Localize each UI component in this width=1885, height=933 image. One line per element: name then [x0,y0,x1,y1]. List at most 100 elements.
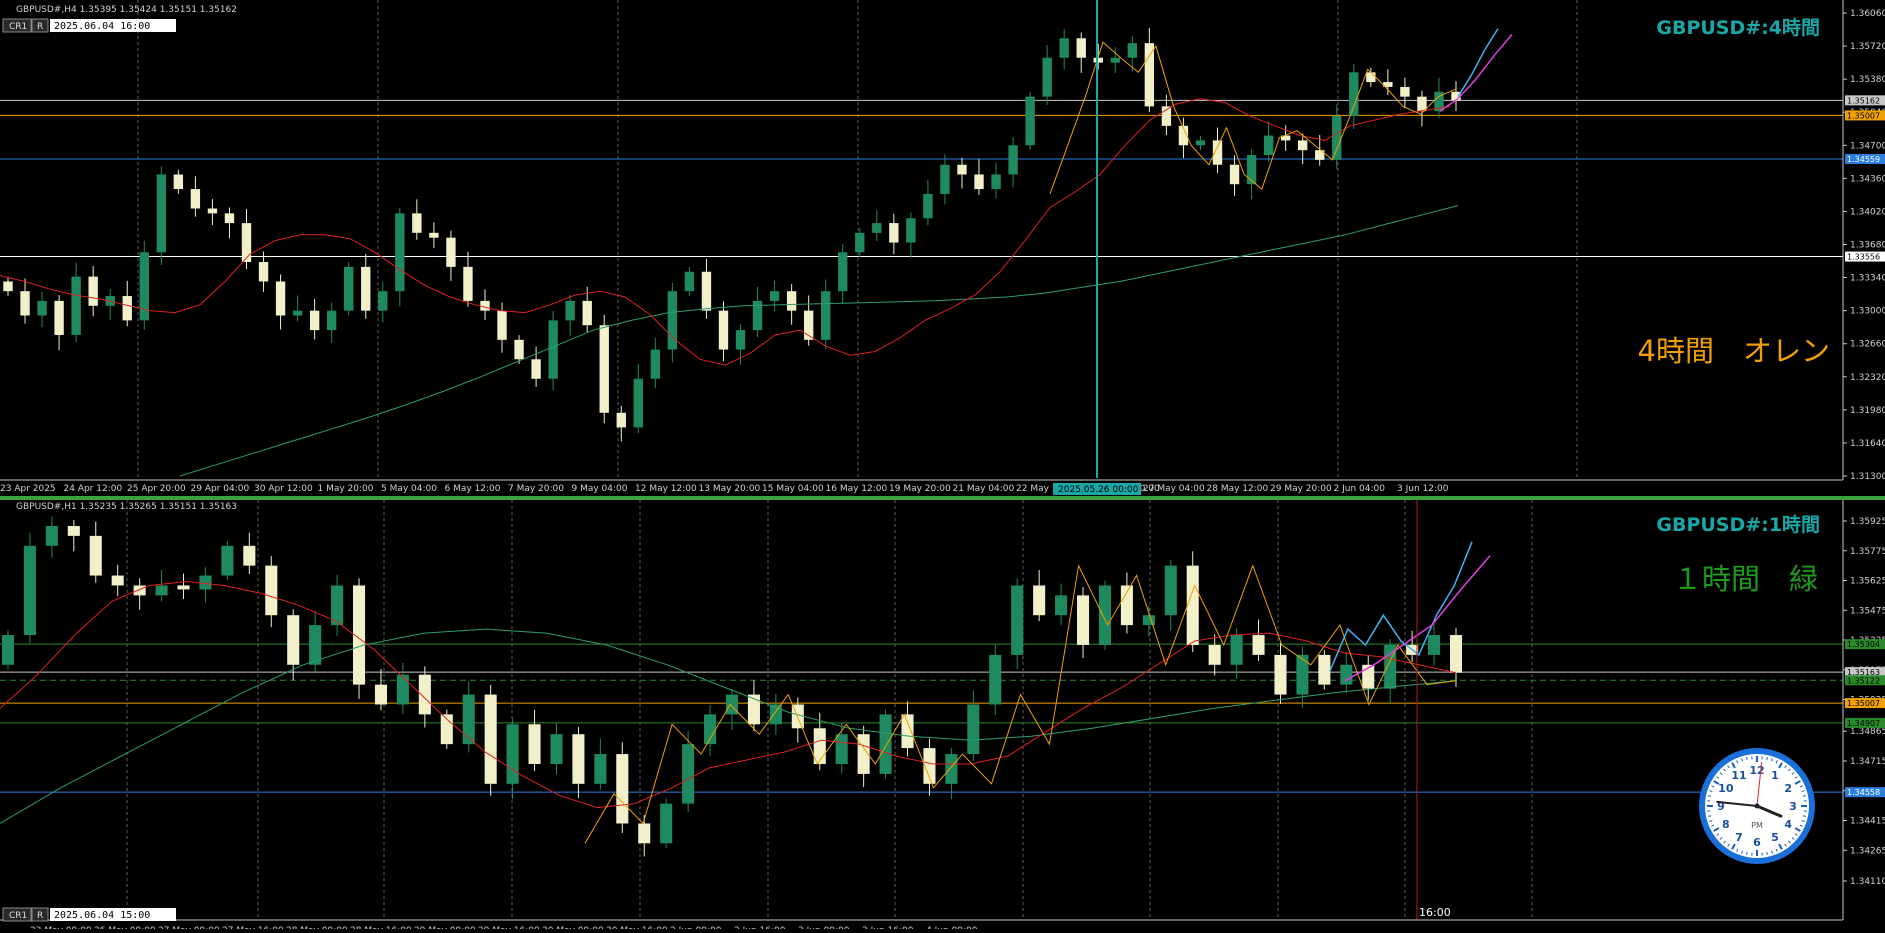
h1-candle-body [1318,655,1330,685]
h1-candle-body [24,546,36,635]
h4-candle-body [88,277,97,306]
h4-price-tick: 1.34020 [1850,207,1885,217]
h4-candle-body [497,311,506,340]
h4-level-label: 1.34559 [1847,155,1880,164]
h4-candle-body [1196,140,1205,145]
h1-candle-body [989,655,1001,705]
h1-candle-body [243,546,255,566]
h4-cr-button[interactable]: CR1 [3,19,31,32]
h4-price-tick: 1.32320 [1850,373,1885,383]
clock-tick [1708,816,1711,817]
h1-ma-short [0,582,1456,808]
clock-tick [1747,757,1748,760]
h4-chart-svg[interactable]: 1.360601.357201.353801.350401.347001.343… [0,0,1885,496]
h4-time-axis: 23 Apr 202524 Apr 12:0025 Apr 20:0029 Ap… [0,484,1449,494]
h4-chart-pane[interactable]: 1.360601.357201.353801.350401.347001.343… [0,0,1885,496]
h4-candle-body [293,311,302,316]
h4-price-tick: 1.31300 [1850,472,1885,482]
clock-center [1755,804,1760,809]
h4-candle-body [310,311,319,330]
h4-candle-body [242,223,251,262]
h1-price-tick: 1.34865 [1850,727,1885,737]
h4-candle-body [1366,72,1375,82]
h1-candle-body [594,754,606,784]
clock-numeral: 7 [1735,831,1743,844]
h4-candle-body [1349,72,1358,116]
h4-candle-body [446,238,455,267]
h4-candle-body [463,267,472,301]
clock-ampm: PM [1751,821,1763,830]
h1-chart-svg[interactable]: 1.359251.357751.356251.354751.353251.351… [0,500,1885,929]
h1-r-button[interactable]: R [32,908,48,921]
h4-candle-body [838,252,847,291]
h4-forecast-blue [1458,29,1498,97]
h4-r-button[interactable]: R [32,19,48,32]
h4-candle-body [225,213,234,223]
h4-candle-body [1077,38,1086,57]
h4-time-label: 23 Apr 2025 [0,484,56,494]
h4-candle-body [583,301,592,325]
h1-candle-body [177,585,189,589]
h4-candle-body [344,267,353,311]
clock-numeral: 2 [1784,782,1792,795]
h1-cr-button[interactable]: CR1 [3,908,31,921]
clock-numeral: 11 [1731,769,1746,782]
h4-candle-body [634,379,643,428]
h1-candle-body [1450,635,1462,673]
h1-chart-pane[interactable]: 1.359251.357751.356251.354751.353251.351… [0,500,1885,929]
h1-candle-body [660,804,672,844]
h4-candle-body [429,233,438,238]
h4-forecast-magenta [1440,34,1512,111]
h1-cr-label: CR1 [9,911,27,921]
h4-time-label: 25 Apr 20:00 [127,484,186,494]
clock-numeral: 5 [1771,831,1779,844]
clock-tick [1708,796,1711,797]
h4-candle-body [855,233,864,252]
clock-tick [1767,852,1768,855]
h4-candle-body [685,272,694,291]
clock-numeral: 8 [1722,818,1730,831]
h1-candle-body [1428,635,1440,655]
h4-candle-body [617,413,626,428]
h1-candle-body [1340,665,1352,685]
clock-tick [1747,852,1748,855]
h4-time-label: 7 May 20:00 [508,484,564,494]
h4-candle-body [770,291,779,301]
h1-note: １時間 緑 [1673,562,1818,596]
h4-r-label: R [37,22,43,32]
clock-numeral: 12 [1749,764,1764,777]
h4-price-axis: 1.360601.357201.353801.350401.347001.343… [0,0,1885,482]
clock-tick [1803,816,1806,817]
h4-candle-body [157,174,166,252]
h4-candle-body [1042,58,1051,97]
h1-level-label: 1.35007 [1847,699,1880,708]
h1-candle-body [1253,635,1265,655]
h4-time-label: 19 May 20:00 [889,484,951,494]
h1-candle-body [1143,615,1155,625]
h4-candle-body [957,165,966,175]
h4-level-label: 1.33556 [1847,253,1880,262]
h4-candles [3,28,1460,441]
h1-price-tick: 1.34415 [1850,817,1885,827]
h4-candle-body [412,213,421,232]
h4-title: GBPUSD#:4時間 [1656,17,1820,39]
h4-price-tick: 1.34360 [1850,174,1885,184]
h1-r-label: R [37,911,43,921]
h4-candle-body [1025,97,1034,146]
h1-candles [2,516,1462,856]
h1-candle-body [1187,566,1199,645]
h4-candle-body [821,291,830,340]
h4-candle-body [327,311,336,330]
h1-candle-body [463,695,475,745]
h1-level-label: 1.35304 [1847,640,1880,649]
h4-candle-body [123,296,132,320]
h4-symbol-info: GBPUSD#,H4 1.35395 1.35424 1.35151 1.351… [16,5,237,15]
h4-candle-body [395,213,404,291]
h4-candle-body [480,301,489,311]
h1-cursor-time: 16:00 [1419,906,1451,919]
h4-candle-body [208,209,217,214]
h1-candle-body [331,585,343,625]
h4-date-text: 2025.06.04 16:00 [54,21,150,32]
h1-levels [0,644,1843,792]
clock-tick [1767,757,1768,760]
